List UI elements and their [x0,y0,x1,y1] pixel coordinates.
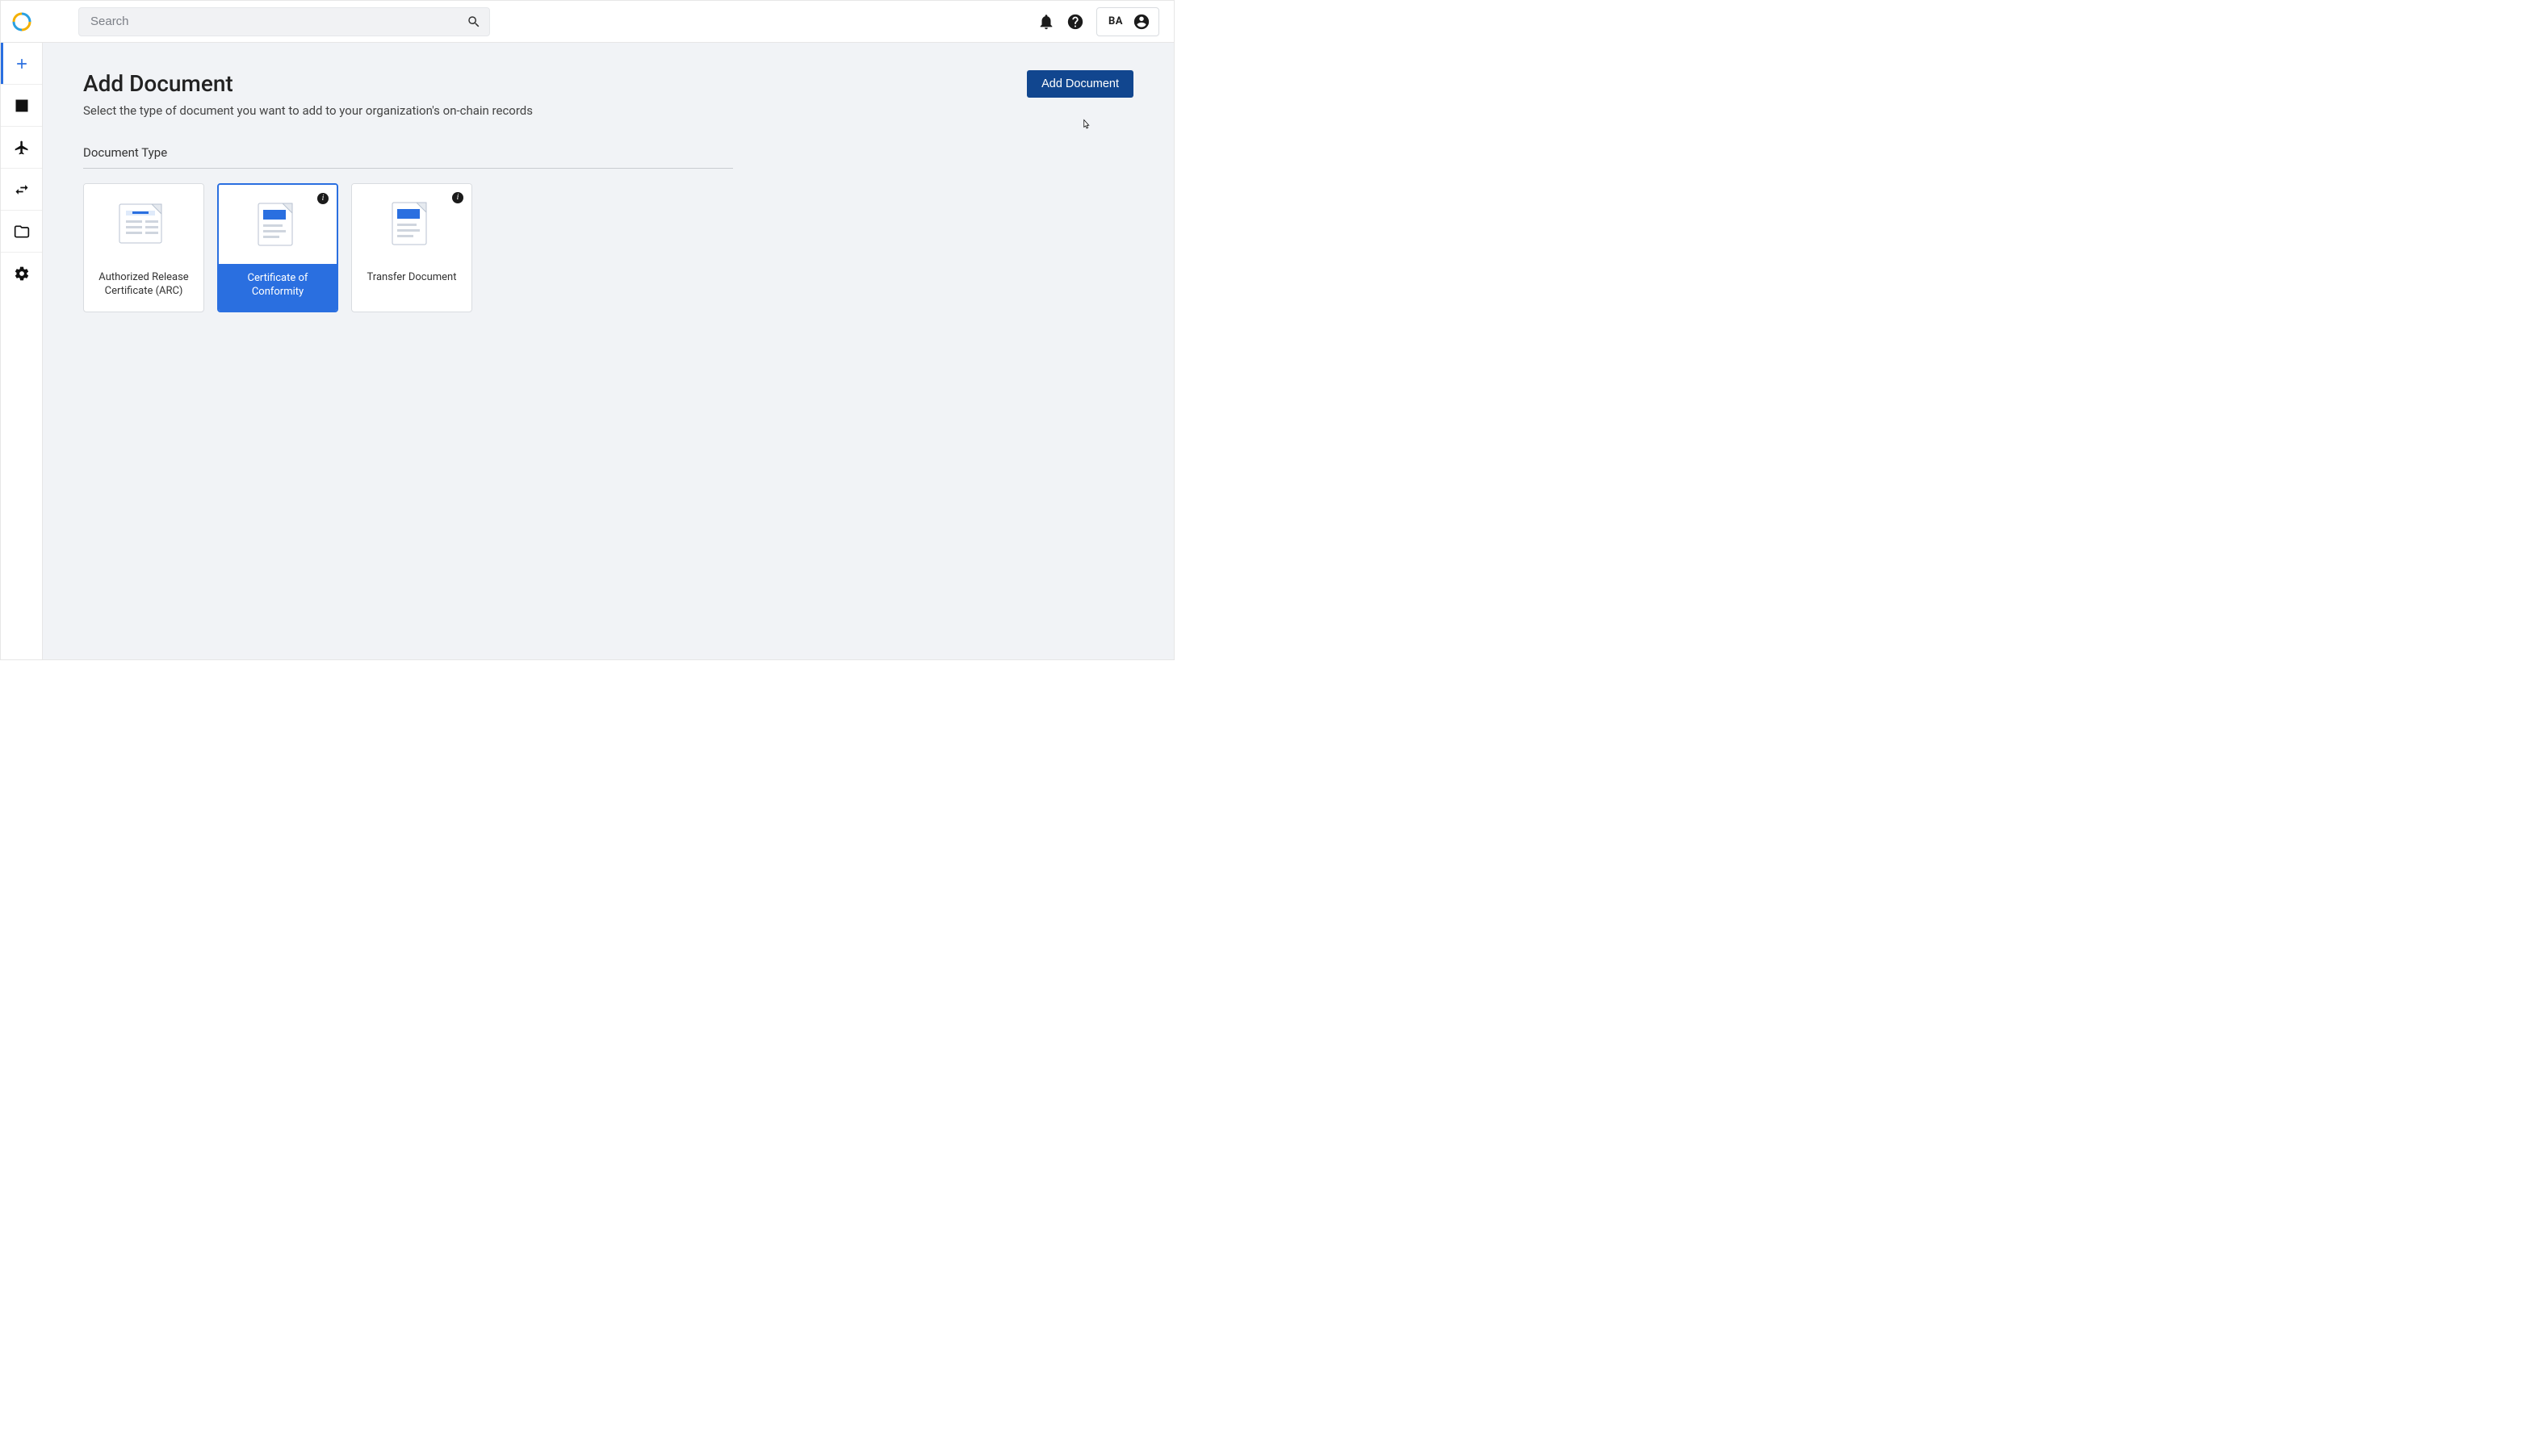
section-divider [83,168,733,169]
app-logo[interactable] [1,12,43,31]
document-type-cards: Authorized Release Certificate (ARC) i [83,183,1133,312]
document-icon [383,198,441,249]
section-label-document-type: Document Type [83,145,1133,160]
rail-item-flights[interactable] [1,127,42,169]
page-subtitle: Select the type of document you want to … [83,103,533,118]
user-menu[interactable]: BA [1096,7,1159,36]
topbar: BA [1,1,1174,43]
doc-type-label: Transfer Document [352,263,471,296]
document-icon [249,199,307,250]
gear-icon [14,266,30,282]
search-box[interactable] [78,7,490,36]
folder-icon [14,224,30,240]
info-icon[interactable]: i [317,193,329,204]
rail-item-settings[interactable] [1,253,42,295]
info-icon[interactable]: i [452,192,463,203]
help-icon [1066,13,1084,31]
doc-type-card-transfer[interactable]: i Transfer Document [351,183,472,312]
user-initials: BA [1108,15,1123,27]
doc-thumb [84,184,203,263]
help-button[interactable] [1061,7,1090,36]
search-input[interactable] [90,15,467,28]
rail-item-transfers[interactable] [1,169,42,211]
bell-icon [1037,13,1055,31]
plus-icon [14,56,30,72]
rail-item-add[interactable] [1,43,42,85]
add-document-button[interactable]: Add Document [1027,70,1133,98]
notifications-button[interactable] [1032,7,1061,36]
swap-icon [14,182,30,198]
doc-type-card-coc[interactable]: i Certificate of Conformity [217,183,338,312]
main-content: Add Document Select the type of document… [43,43,1174,659]
chart-icon [14,98,30,114]
doc-type-label: Authorized Release Certificate (ARC) [84,263,203,310]
rail-item-dashboard[interactable] [1,85,42,127]
left-rail [1,43,43,659]
airplane-icon [14,140,30,156]
logo-icon [12,12,31,31]
account-icon [1133,13,1150,31]
page-title: Add Document [83,70,533,97]
rail-item-files[interactable] [1,211,42,253]
cursor-pointer-icon [1079,119,1093,133]
doc-type-card-arc[interactable]: Authorized Release Certificate (ARC) [83,183,204,312]
search-icon [467,15,481,29]
document-icon [115,198,173,249]
doc-type-label: Certificate of Conformity [219,264,337,311]
